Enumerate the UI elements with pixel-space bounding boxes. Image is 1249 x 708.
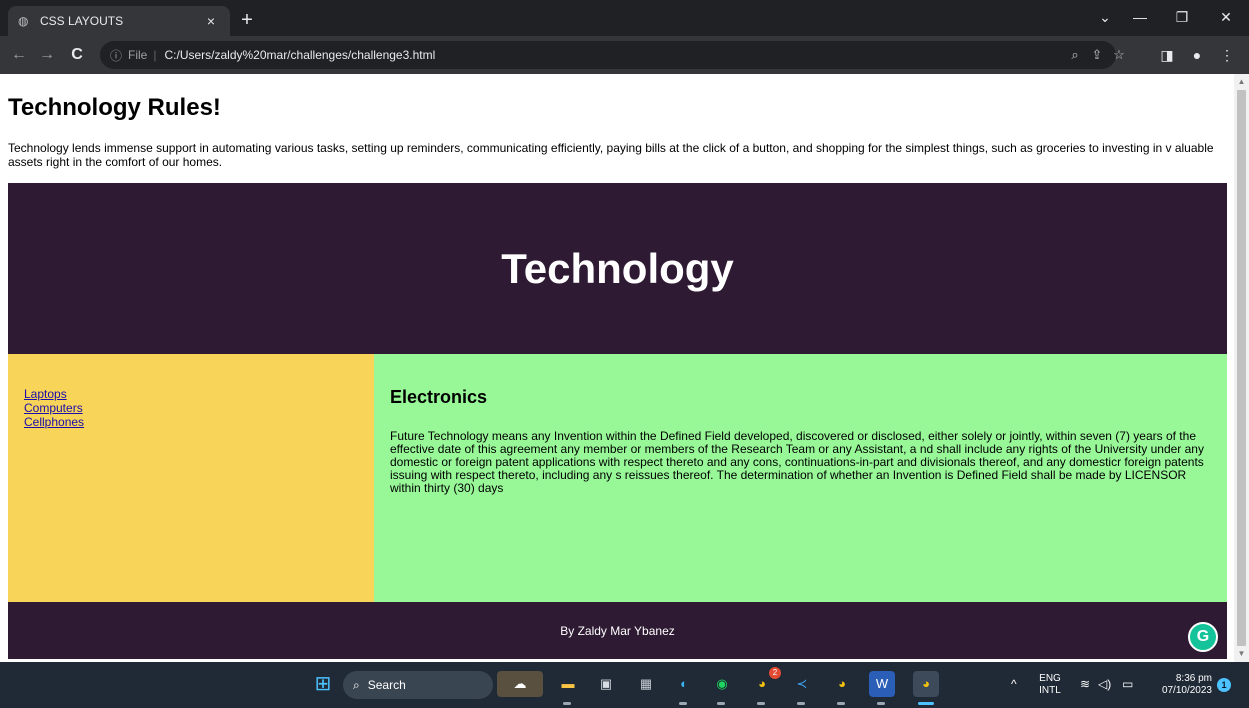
search-label: Search — [367, 678, 406, 692]
minimize-button[interactable]: — — [1120, 4, 1160, 30]
hero-title: Technology — [501, 244, 734, 292]
tab-bar: ◍ CSS LAYOUTS × + ⌄ — ❐ ✕ — [0, 0, 1249, 36]
battery-icon[interactable]: ▭ — [1122, 677, 1133, 691]
chrome-indicator — [757, 702, 765, 705]
spotify-indicator — [717, 702, 725, 705]
word-indicator — [877, 702, 885, 705]
footer-text: By Zaldy Mar Ybanez — [560, 623, 675, 638]
taskbar-search[interactable]: ⌕ Search — [343, 671, 493, 699]
tab-title: CSS LAYOUTS — [40, 14, 124, 28]
language-indicator[interactable]: ENG INTL — [1036, 673, 1064, 697]
bookmark-star-icon[interactable]: ☆ — [1108, 44, 1130, 66]
show-hidden-icons-icon[interactable]: ^ — [1011, 677, 1017, 691]
spotify-icon[interactable]: ◉ — [709, 671, 735, 697]
edge-indicator — [679, 702, 687, 705]
scheme-label: File — [128, 48, 148, 62]
windows-start-icon[interactable]: ⊞ — [310, 671, 336, 697]
word-icon[interactable]: W — [869, 671, 895, 697]
page-viewport: Technology Rules! Technology lends immen… — [0, 74, 1234, 662]
notification-badge[interactable]: 1 — [1217, 678, 1231, 692]
clock[interactable]: 8:36 pm 07/10/2023 — [1150, 673, 1212, 697]
close-window-button[interactable]: ✕ — [1206, 4, 1246, 30]
sidebar-link-laptops[interactable]: Laptops — [24, 387, 358, 401]
sidebar-link-computers[interactable]: Computers — [24, 401, 358, 415]
back-icon[interactable]: ← — [8, 44, 30, 66]
address-bar[interactable]: ⓘ File | C:/Users/zaldy%20mar/challenges… — [100, 41, 1116, 69]
share-icon[interactable]: ⇪ — [1086, 44, 1108, 66]
browser-toolbar: ← → C ⓘ File | C:/Users/zaldy%20mar/chal… — [0, 36, 1249, 74]
content-paragraph: Future Technology means any Invention wi… — [390, 429, 1204, 495]
info-icon[interactable]: ⓘ — [110, 47, 122, 64]
language-label: ENG — [1039, 673, 1061, 684]
page-title: Technology Rules! — [8, 94, 221, 121]
profile-icon[interactable]: ● — [1186, 44, 1208, 66]
page-footer: By Zaldy Mar Ybanez — [8, 602, 1227, 659]
calculator-icon[interactable]: ▦ — [633, 671, 659, 697]
chrome-profile-icon[interactable]: ◕ — [829, 671, 855, 697]
forward-icon[interactable]: → — [36, 44, 58, 66]
edge-icon[interactable]: ◐ — [671, 671, 697, 697]
content-heading: Electronics — [390, 387, 488, 407]
globe-icon: ◍ — [18, 14, 29, 28]
scroll-up-arrow-icon[interactable]: ▲ — [1234, 76, 1249, 88]
tab-search-dropdown-icon[interactable]: ⌄ — [1085, 4, 1125, 30]
tab-close-button[interactable]: × — [202, 13, 220, 29]
windows-taskbar: ⊞ ⌕ Search ☁ ▬ ▣ ▦ ◐ ◉ ◕ 2 ≺ ◕ W ◕ ^ ENG… — [0, 662, 1249, 708]
browser-tab[interactable]: ◍ CSS LAYOUTS × — [8, 6, 230, 36]
file-explorer-indicator — [563, 702, 571, 705]
sidebar-link-cellphones[interactable]: Cellphones — [24, 415, 358, 429]
grammarly-icon[interactable]: G — [1188, 622, 1218, 652]
reload-icon[interactable]: C — [66, 44, 88, 66]
file-explorer-icon[interactable]: ▬ — [555, 671, 581, 697]
vscode-indicator — [797, 702, 805, 705]
microsoft-store-icon[interactable]: ▣ — [593, 671, 619, 697]
scroll-thumb[interactable] — [1237, 90, 1246, 646]
chrome-active-icon[interactable]: ◕ — [913, 671, 939, 697]
wifi-icon[interactable]: ≋ — [1080, 677, 1090, 691]
menu-kebab-icon[interactable]: ⋮ — [1216, 44, 1238, 66]
restore-button[interactable]: ❐ — [1162, 4, 1202, 30]
volume-icon[interactable]: ◁) — [1098, 677, 1111, 691]
url-text[interactable]: C:/Users/zaldy%20mar/challenges/challeng… — [164, 48, 435, 62]
vertical-scrollbar[interactable]: ▲ ▼ — [1234, 74, 1249, 662]
address-separator: | — [153, 48, 157, 62]
intro-paragraph: Technology lends immense support in auto… — [8, 141, 1214, 169]
hero-banner: Technology — [8, 183, 1227, 354]
keyboard-label: INTL — [1039, 685, 1061, 696]
main-content: Electronics Future Technology means any … — [374, 354, 1227, 602]
zoom-icon[interactable]: ⌕ — [1064, 44, 1086, 66]
clock-time: 8:36 pm — [1175, 673, 1212, 684]
search-icon: ⌕ — [353, 677, 360, 692]
new-tab-button[interactable]: + — [236, 9, 258, 31]
clock-date: 07/10/2023 — [1161, 685, 1212, 696]
side-panel-icon[interactable]: ◨ — [1156, 44, 1178, 66]
chrome-badge: 2 — [769, 667, 781, 679]
sidebar-nav: Laptops Computers Cellphones — [8, 354, 374, 602]
vscode-icon[interactable]: ≺ — [789, 671, 815, 697]
scroll-down-arrow-icon[interactable]: ▼ — [1234, 648, 1249, 660]
chrome-profile-indicator — [837, 702, 845, 705]
chrome-active-indicator — [918, 702, 934, 705]
widgets-icon[interactable]: ☁ — [497, 671, 543, 697]
